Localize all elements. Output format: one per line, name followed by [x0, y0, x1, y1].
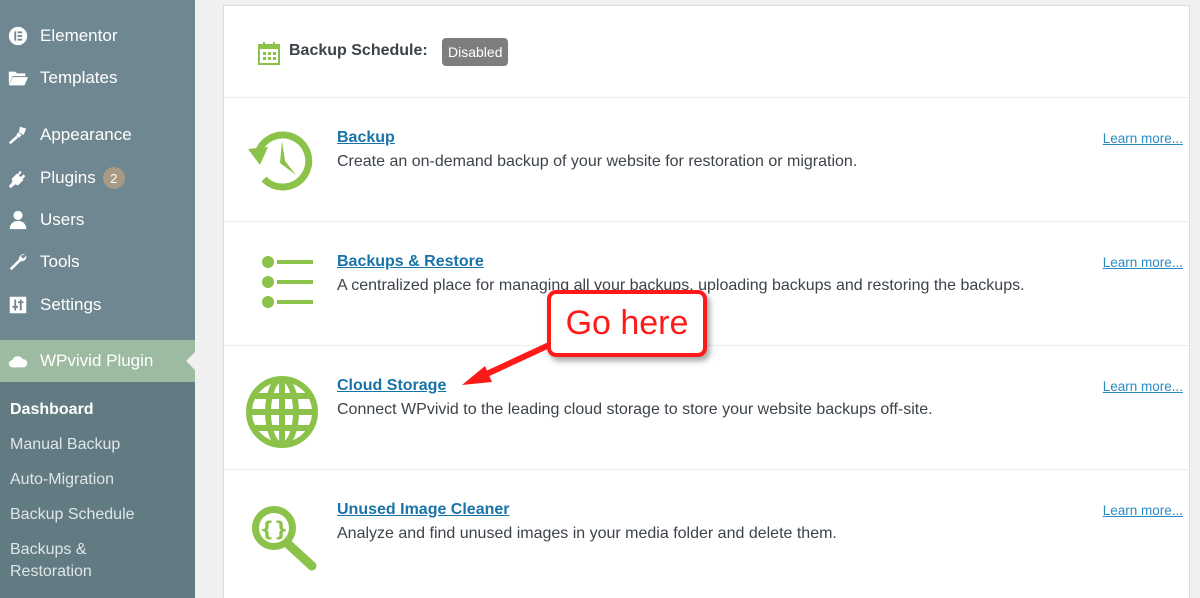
user-icon	[6, 208, 30, 232]
sidebar-item-settings[interactable]: Settings	[0, 284, 195, 326]
sidebar-item-label: Plugins	[40, 168, 96, 187]
sidebar-item-label: Settings	[40, 295, 102, 314]
paintbrush-icon	[6, 123, 30, 147]
folder-icon	[6, 66, 30, 90]
sidebar-item-label: Appearance	[40, 125, 132, 144]
learn-more-link[interactable]: Learn more...	[1103, 379, 1183, 394]
magnifier-icon: {}	[244, 500, 320, 576]
wrench-icon	[6, 250, 30, 274]
admin-sidebar: Elementor Templates Appearance Plugins 2…	[0, 0, 195, 598]
learn-more-link[interactable]: Learn more...	[1103, 255, 1183, 270]
backup-schedule-row: Backup Schedule: Disabled	[224, 6, 1189, 98]
sidebar-item-elementor[interactable]: Elementor	[0, 15, 195, 57]
submenu-item-backups-restoration[interactable]: Backups & Restoration	[10, 539, 92, 583]
sidebar-item-appearance[interactable]: Appearance	[0, 114, 195, 156]
sidebar-item-label: Users	[40, 210, 85, 229]
feature-description: Analyze and find unused images in your m…	[337, 525, 837, 542]
sidebar-item-label: Elementor	[40, 26, 118, 45]
feature-title-link[interactable]: Backups & Restore	[337, 253, 484, 271]
cloud-icon	[6, 349, 30, 373]
feature-cloud-storage: Cloud Storage Connect WPvivid to the lea…	[224, 346, 1189, 470]
wpvivid-submenu: Dashboard Manual Backup Auto-Migration B…	[0, 382, 195, 598]
submenu-item-dashboard[interactable]: Dashboard	[10, 399, 94, 421]
feature-title-link[interactable]: Backup	[337, 129, 395, 147]
backup-clock-icon	[244, 123, 320, 199]
sidebar-item-label: WPvivid Plugin	[40, 351, 154, 370]
list-icon	[244, 244, 320, 320]
schedule-status-badge: Disabled	[442, 38, 509, 66]
submenu-item-backup-schedule[interactable]: Backup Schedule	[10, 504, 135, 526]
plug-icon	[6, 166, 30, 190]
feature-description: Create an on-demand backup of your websi…	[337, 153, 858, 170]
globe-icon	[244, 374, 320, 450]
learn-more-link[interactable]: Learn more...	[1103, 503, 1183, 518]
annotation-callout: Go here	[547, 290, 707, 357]
submenu-item-manual-backup[interactable]: Manual Backup	[10, 434, 120, 456]
learn-more-link[interactable]: Learn more...	[1103, 131, 1183, 146]
sidebar-item-wpvivid-plugin[interactable]: WPvivid Plugin	[0, 340, 195, 382]
sidebar-item-users[interactable]: Users	[0, 199, 195, 241]
update-count-badge: 2	[102, 167, 125, 189]
backup-schedule-label: Backup Schedule:	[289, 42, 428, 59]
feature-title-link[interactable]: Cloud Storage	[337, 377, 446, 395]
sidebar-item-label: Tools	[40, 252, 80, 271]
feature-backup: Backup Create an on-demand backup of you…	[224, 98, 1189, 222]
submenu-item-auto-migration[interactable]: Auto-Migration	[10, 469, 114, 491]
svg-text:{}: {}	[260, 517, 288, 541]
elementor-icon	[6, 24, 30, 48]
sliders-icon	[6, 293, 30, 317]
feature-unused-image-cleaner: {} Unused Image Cleaner Analyze and find…	[224, 470, 1189, 594]
sidebar-item-plugins[interactable]: Plugins 2	[0, 157, 195, 199]
sidebar-item-templates[interactable]: Templates	[0, 57, 195, 99]
feature-description: Connect WPvivid to the leading cloud sto…	[337, 401, 933, 418]
sidebar-item-tools[interactable]: Tools	[0, 241, 195, 283]
calendar-icon	[258, 41, 280, 65]
feature-title-link[interactable]: Unused Image Cleaner	[337, 501, 510, 519]
sidebar-item-label: Templates	[40, 68, 118, 87]
